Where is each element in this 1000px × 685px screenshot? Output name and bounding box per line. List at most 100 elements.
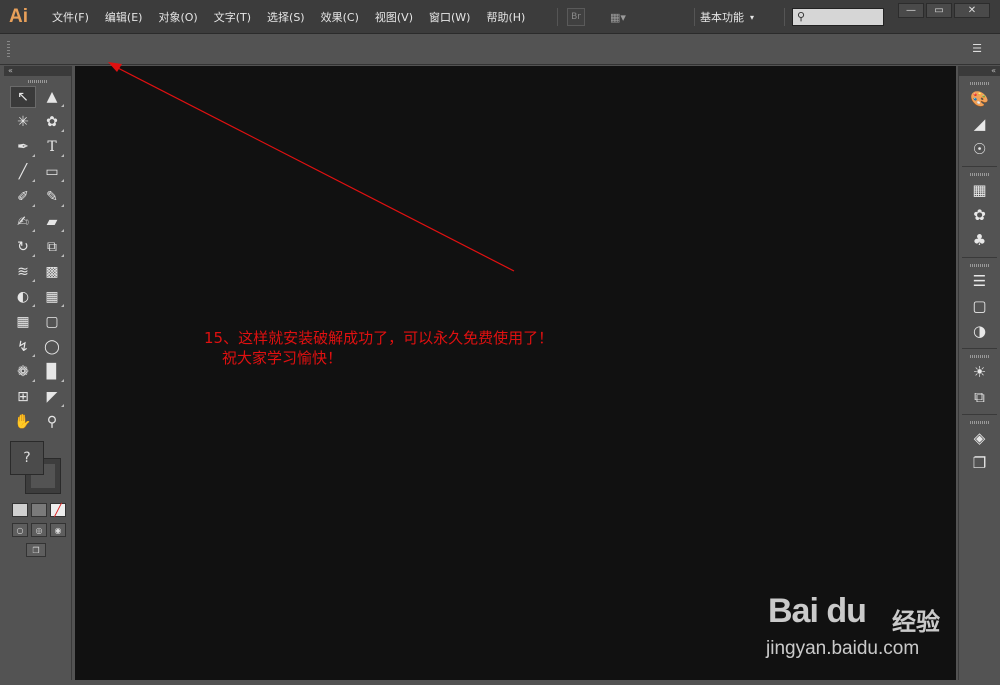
perspective-grid-tool-icon[interactable]: ▦ xyxy=(39,286,65,308)
menu-select[interactable]: 选择(S) xyxy=(259,9,313,25)
rectangle-tool-icon[interactable]: ▭ xyxy=(39,161,65,183)
free-transform-tool-icon[interactable]: ▩ xyxy=(39,261,65,283)
blob-brush-tool-icon[interactable]: ✍ xyxy=(10,211,36,233)
menu-view[interactable]: 视图(V) xyxy=(367,9,421,25)
annotation-text: 15、这样就安装破解成功了，可以永久免费使用了！ 祝大家学习愉快！ xyxy=(204,328,553,368)
grip-handle[interactable] xyxy=(969,355,990,358)
artboards-icon[interactable]: ❐ xyxy=(966,452,994,474)
gradient-icon[interactable]: ▢ xyxy=(966,295,994,317)
gradient-tool-icon[interactable]: ▢ xyxy=(39,311,65,333)
document-canvas[interactable] xyxy=(75,66,956,680)
line-segment-tool-icon[interactable]: ╱ xyxy=(10,161,36,183)
color-palette-icon[interactable]: 🎨 xyxy=(966,88,994,110)
expand-icon[interactable]: « xyxy=(959,66,1000,76)
menu-edit[interactable]: 编辑(E) xyxy=(97,9,151,25)
tools-panel: « ↖ ▲ ✳ ✿ ✒ T ╱ ▭ ✐ ✎ ✍ ▰ ↻ ⧉ ≋ ▩ ◐ ▦ ▦ … xyxy=(4,66,72,680)
blend-tool-icon[interactable]: ◯ xyxy=(39,336,65,358)
menu-file[interactable]: 文件(F) xyxy=(44,9,97,25)
annotation-line-1: 15、这样就安装破解成功了，可以永久免费使用了！ xyxy=(204,329,554,347)
grip-handle[interactable] xyxy=(7,41,10,59)
type-tool-icon[interactable]: T xyxy=(39,136,65,158)
draw-inside-icon[interactable]: ◉ xyxy=(50,523,66,537)
direct-selection-tool-icon[interactable]: ▲ xyxy=(39,86,65,108)
grip-handle[interactable] xyxy=(969,173,990,176)
screen-mode-icon[interactable]: ❒ xyxy=(26,543,46,557)
brushes-icon[interactable]: ✿ xyxy=(966,204,994,226)
grip-handle[interactable] xyxy=(27,80,48,83)
draw-normal-icon[interactable]: ○ xyxy=(12,523,28,537)
eraser-tool-icon[interactable]: ▰ xyxy=(39,211,65,233)
color-button[interactable] xyxy=(12,503,28,517)
gradient-button[interactable] xyxy=(31,503,47,517)
scale-tool-icon[interactable]: ⧉ xyxy=(39,236,65,258)
transparency-icon[interactable]: ◑ xyxy=(966,320,994,342)
app-logo: Ai xyxy=(9,6,28,27)
minimize-button[interactable]: — xyxy=(898,3,924,18)
draw-mode-row: ○ ◎ ◉ xyxy=(12,523,71,537)
mesh-tool-icon[interactable]: ▦ xyxy=(10,311,36,333)
draw-behind-icon[interactable]: ◎ xyxy=(31,523,47,537)
bridge-button[interactable]: Br xyxy=(567,8,585,26)
none-button[interactable]: ╱ xyxy=(50,503,66,517)
paintbrush-tool-icon[interactable]: ✐ xyxy=(10,186,36,208)
control-bar: ☰ xyxy=(0,35,1000,65)
swatches-icon[interactable]: ▦ xyxy=(966,179,994,201)
layers-icon[interactable]: ◈ xyxy=(966,427,994,449)
shape-builder-tool-icon[interactable]: ◐ xyxy=(10,286,36,308)
search-input[interactable]: ⚲ xyxy=(792,8,884,26)
rotate-tool-icon[interactable]: ↻ xyxy=(10,236,36,258)
stroke-icon[interactable]: ☰ xyxy=(966,270,994,292)
menu-separator xyxy=(557,8,558,26)
grip-handle[interactable] xyxy=(969,264,990,267)
fill-stroke-control: ? xyxy=(10,441,66,497)
dock-separator xyxy=(962,166,997,167)
hand-tool-icon[interactable]: ✋ xyxy=(10,411,36,433)
eyedropper-tool-icon[interactable]: ↯ xyxy=(10,336,36,358)
restore-button[interactable]: ▭ xyxy=(926,3,952,18)
workspace-label: 基本功能 xyxy=(700,11,744,24)
dock-separator xyxy=(962,257,997,258)
fill-label: ? xyxy=(23,450,31,466)
color-guide-icon[interactable]: ◢ xyxy=(966,113,994,135)
fill-swatch[interactable]: ? xyxy=(10,441,44,475)
dock-separator xyxy=(962,348,997,349)
kuler-icon[interactable]: ☉ xyxy=(966,138,994,160)
color-mode-row: ╱ xyxy=(12,503,71,517)
slice-tool-icon[interactable]: ◤ xyxy=(39,386,65,408)
lasso-tool-icon[interactable]: ✿ xyxy=(39,111,65,133)
menu-help[interactable]: 帮助(H) xyxy=(478,9,533,25)
screen-mode-row: ❒ xyxy=(26,543,71,557)
symbol-sprayer-tool-icon[interactable]: ❁ xyxy=(10,361,36,383)
selection-tool-icon[interactable]: ↖ xyxy=(10,86,36,108)
panel-dock: « 🎨 ◢ ☉ ▦ ✿ ♣ ☰ ▢ ◑ ☀ ⧉ ◈ ❐ xyxy=(958,66,1000,680)
grip-handle[interactable] xyxy=(969,421,990,424)
chevron-down-icon: ▾ xyxy=(750,12,755,22)
window-controls: — ▭ ✕ xyxy=(898,3,990,18)
menu-separator xyxy=(784,8,785,26)
column-graph-tool-icon[interactable]: ▉ xyxy=(39,361,65,383)
main-menu: 文件(F) 编辑(E) 对象(O) 文字(T) 选择(S) 效果(C) 视图(V… xyxy=(44,0,533,34)
workspace-switcher[interactable]: 基本功能 ▾ xyxy=(700,8,754,26)
magic-wand-tool-icon[interactable]: ✳ xyxy=(10,111,36,133)
width-tool-icon[interactable]: ≋ xyxy=(10,261,36,283)
dock-separator xyxy=(962,414,997,415)
pen-tool-icon[interactable]: ✒ xyxy=(10,136,36,158)
collapse-icon[interactable]: « xyxy=(4,66,71,76)
graphic-styles-icon[interactable]: ⧉ xyxy=(966,386,994,408)
arrange-documents-button[interactable]: ▦▾ xyxy=(604,8,632,26)
pencil-tool-icon[interactable]: ✎ xyxy=(39,186,65,208)
menu-separator xyxy=(694,8,695,26)
menu-type[interactable]: 文字(T) xyxy=(206,9,259,25)
zoom-tool-icon[interactable]: ⚲ xyxy=(39,411,65,433)
menu-effect[interactable]: 效果(C) xyxy=(313,9,367,25)
menu-object[interactable]: 对象(O) xyxy=(150,9,205,25)
artboard-tool-icon[interactable]: ⊞ xyxy=(10,386,36,408)
symbols-icon[interactable]: ♣ xyxy=(966,229,994,251)
close-button[interactable]: ✕ xyxy=(954,3,990,18)
menu-window[interactable]: 窗口(W) xyxy=(421,9,478,25)
panel-menu-icon[interactable]: ☰ xyxy=(972,42,982,55)
search-icon: ⚲ xyxy=(797,10,806,23)
grip-handle[interactable] xyxy=(969,82,990,85)
annotation-line-2: 祝大家学习愉快！ xyxy=(222,349,343,367)
appearance-icon[interactable]: ☀ xyxy=(966,361,994,383)
